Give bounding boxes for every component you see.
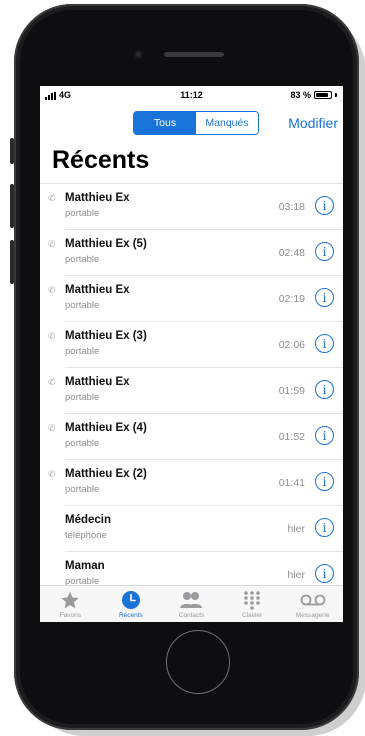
phone-outgoing-icon: ✆ bbox=[48, 193, 56, 203]
contact-phone-type: portable bbox=[65, 484, 100, 495]
contact-phone-type: portable bbox=[65, 208, 100, 219]
segment-manques[interactable]: Manqués bbox=[196, 112, 258, 134]
tab-label: Récents bbox=[118, 612, 143, 619]
list-item[interactable]: ✆ Matthieu Ex (2) portable 01:41 i bbox=[40, 460, 343, 506]
tab-recents[interactable]: Récents bbox=[101, 586, 162, 622]
call-time: 01:41 bbox=[278, 477, 305, 489]
earpiece-speaker bbox=[164, 52, 224, 57]
tab-contacts[interactable]: Contacts bbox=[161, 586, 222, 622]
status-bar: 4G 11:12 83 % bbox=[40, 86, 343, 104]
contact-phone-type: portable bbox=[65, 438, 100, 449]
contact-name: Matthieu Ex (3) bbox=[65, 330, 147, 342]
list-item[interactable]: Médecin téléphone hier i bbox=[40, 506, 343, 552]
phone-outgoing-icon: ✆ bbox=[48, 285, 56, 295]
info-icon[interactable]: i bbox=[315, 472, 334, 491]
list-item[interactable]: ✆ Matthieu Ex portable 02:19 i bbox=[40, 276, 343, 322]
contact-name: Matthieu Ex bbox=[65, 284, 130, 296]
contact-name: Matthieu Ex bbox=[65, 192, 130, 204]
filter-segmented-control: Tous Manqués bbox=[133, 111, 259, 135]
tab-label: Messagerie bbox=[295, 612, 330, 619]
contact-name: Maman bbox=[65, 560, 105, 572]
front-camera bbox=[134, 50, 143, 59]
tab-label: Favoris bbox=[59, 612, 81, 619]
info-icon[interactable]: i bbox=[315, 564, 334, 583]
tab-messagerie[interactable]: Messagerie bbox=[282, 586, 343, 622]
info-icon[interactable]: i bbox=[315, 334, 334, 353]
list-item[interactable]: ✆ Matthieu Ex (4) portable 01:52 i bbox=[40, 414, 343, 460]
tab-clavier[interactable]: Clavier bbox=[222, 586, 283, 622]
contact-name: Médecin bbox=[65, 514, 112, 526]
phone-outgoing-icon: ✆ bbox=[48, 469, 56, 479]
info-icon[interactable]: i bbox=[315, 380, 334, 399]
info-icon[interactable]: i bbox=[315, 426, 334, 445]
contact-name: Matthieu Ex (2) bbox=[65, 468, 147, 480]
phone-outgoing-icon: ✆ bbox=[48, 331, 56, 341]
volume-down-button bbox=[10, 240, 14, 284]
info-icon[interactable]: i bbox=[315, 288, 334, 307]
tab-favoris[interactable]: Favoris bbox=[40, 586, 101, 622]
tab-bar: Favoris Récents Contacts Clavier Message… bbox=[40, 585, 343, 622]
info-icon[interactable]: i bbox=[315, 242, 334, 261]
call-time: 03:18 bbox=[278, 201, 305, 213]
phone-outgoing-icon: ✆ bbox=[48, 239, 56, 249]
call-time: hier bbox=[287, 569, 305, 581]
contact-name: Matthieu Ex bbox=[65, 376, 130, 388]
tab-label: Contacts bbox=[178, 612, 205, 619]
volume-up-button bbox=[10, 184, 14, 228]
mute-switch bbox=[10, 138, 14, 164]
list-item[interactable]: ✆ Matthieu Ex (5) portable 02:48 i bbox=[40, 230, 343, 276]
contacts-icon bbox=[178, 589, 204, 611]
contact-phone-type: portable bbox=[65, 392, 100, 403]
call-time: 01:59 bbox=[278, 385, 305, 397]
contact-phone-type: portable bbox=[65, 254, 100, 265]
contact-name: Matthieu Ex (4) bbox=[65, 422, 147, 434]
edit-button[interactable]: Modifier bbox=[288, 115, 338, 131]
phone-outgoing-icon: ✆ bbox=[48, 377, 56, 387]
keypad-icon bbox=[243, 589, 261, 611]
voicemail-icon bbox=[300, 589, 326, 611]
list-item[interactable]: ✆ Matthieu Ex portable 01:59 i bbox=[40, 368, 343, 414]
info-icon[interactable]: i bbox=[315, 518, 334, 537]
call-time: 02:06 bbox=[278, 339, 305, 351]
tab-label: Clavier bbox=[241, 612, 263, 619]
contact-phone-type: portable bbox=[65, 300, 100, 311]
contact-phone-type: portable bbox=[65, 346, 100, 357]
segment-tous[interactable]: Tous bbox=[134, 112, 196, 134]
battery-fill bbox=[316, 93, 328, 97]
phone-screen: 4G 11:12 83 % Tous Manqués Modifier Réce… bbox=[40, 86, 343, 622]
battery-tip bbox=[335, 93, 337, 97]
call-time: 01:52 bbox=[278, 431, 305, 443]
home-button[interactable] bbox=[166, 630, 230, 694]
call-time: 02:48 bbox=[278, 247, 305, 259]
phone-outgoing-icon: ✆ bbox=[48, 423, 56, 433]
battery-icon bbox=[314, 91, 332, 99]
star-icon bbox=[59, 589, 81, 611]
list-item[interactable]: ✆ Matthieu Ex portable 03:18 i bbox=[40, 184, 343, 230]
call-time: hier bbox=[287, 523, 305, 535]
page-title: Récents bbox=[52, 146, 150, 174]
contact-name: Matthieu Ex (5) bbox=[65, 238, 147, 250]
call-time: 02:19 bbox=[278, 293, 305, 305]
clock-icon bbox=[121, 589, 141, 611]
battery-percent: 83 % bbox=[290, 90, 311, 100]
contact-phone-type: téléphone bbox=[65, 530, 107, 541]
list-item[interactable]: ✆ Matthieu Ex (3) portable 02:06 i bbox=[40, 322, 343, 368]
recents-list: ✆ Matthieu Ex portable 03:18 i ✆ Matthie… bbox=[40, 184, 343, 598]
info-icon[interactable]: i bbox=[315, 196, 334, 215]
status-right: 83 % bbox=[290, 90, 337, 100]
